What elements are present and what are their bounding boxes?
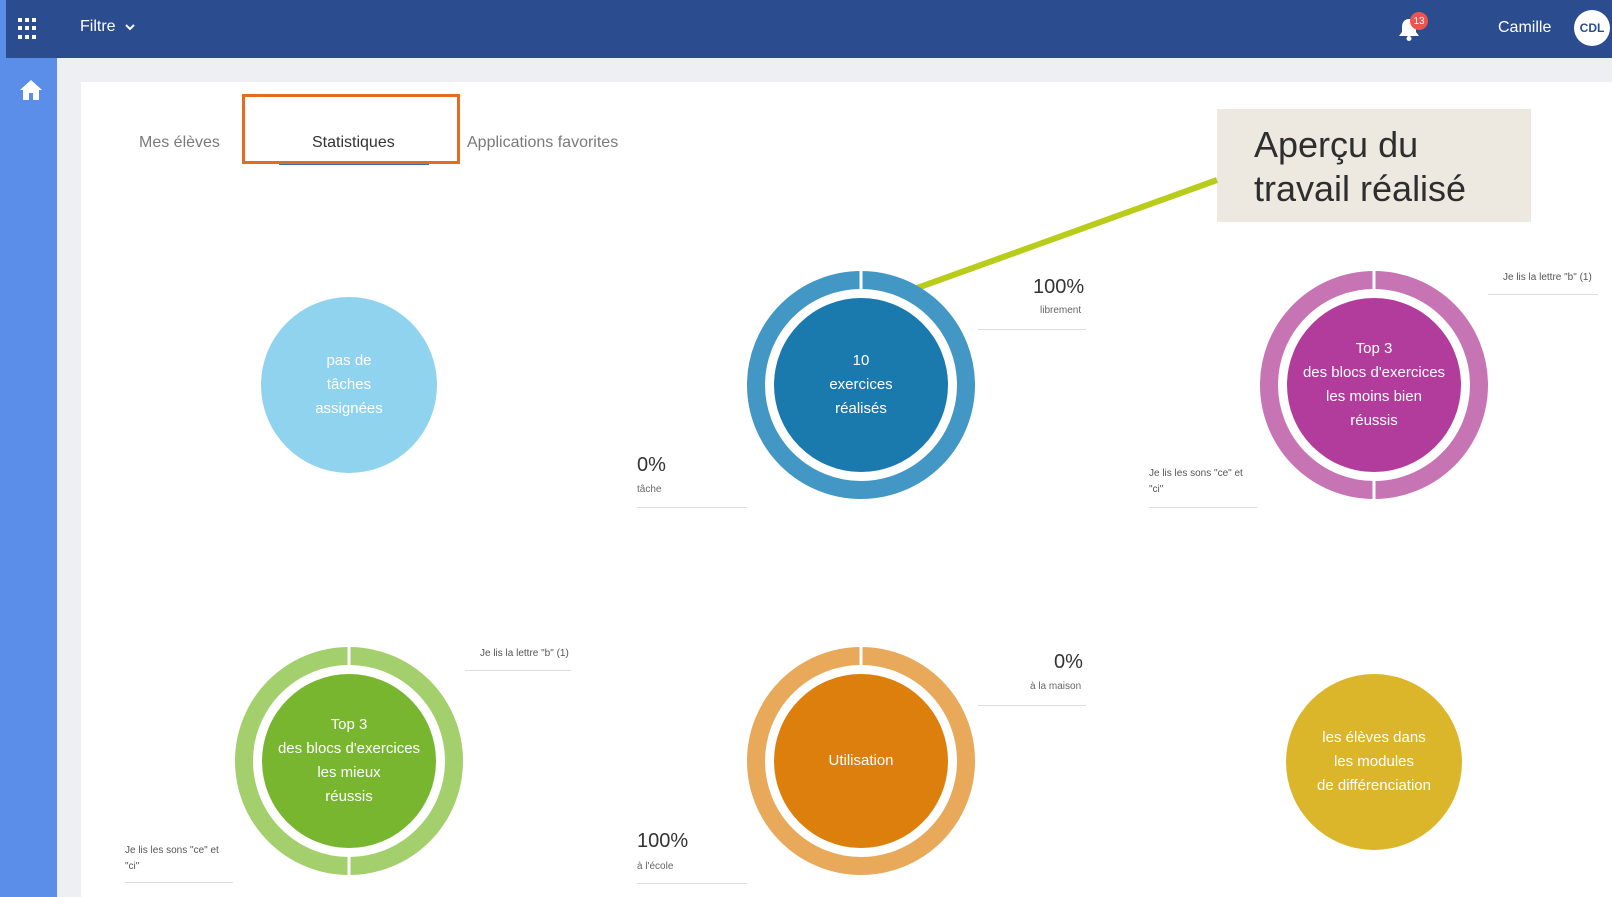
- pct-task: 0%: [637, 454, 666, 476]
- least-line-3: les moins bien: [1326, 388, 1422, 405]
- pct-school-label: à l'école: [637, 861, 674, 872]
- pct-school: 100%: [637, 830, 689, 852]
- notification-badge: 13: [1410, 12, 1428, 30]
- least-line-4: réussis: [1350, 412, 1398, 429]
- legend-divider: [1149, 507, 1257, 508]
- legend-divider: [1488, 294, 1598, 295]
- callout-line-2: travail réalisé: [1254, 168, 1467, 209]
- least-item-a: Je lis la lettre "b" (1): [1503, 272, 1592, 283]
- no-tasks-line-1: pas de: [326, 352, 372, 369]
- exercises-line-2: exercices: [829, 376, 893, 393]
- apps-grid-icon[interactable]: [18, 18, 40, 40]
- avatar[interactable]: CDL: [1574, 10, 1610, 46]
- no-tasks-circle[interactable]: pas de tâches assignées: [261, 297, 437, 473]
- most-item-b: Je lis les sons "ce" et "ci": [125, 843, 219, 875]
- sidebar: [6, 58, 57, 897]
- least-line-1: Top 3: [1355, 340, 1393, 357]
- pct-home: 0%: [1054, 651, 1083, 673]
- no-tasks-line-3: assignées: [315, 400, 383, 417]
- least-line-2: des blocs d'exercices: [1302, 364, 1446, 381]
- most-line-3: les mieux: [317, 764, 381, 781]
- pct-task-label: tâche: [637, 484, 662, 495]
- differentiation-circle[interactable]: les élèves dans les modules de différenc…: [1286, 674, 1462, 850]
- least-item-b: Je lis les sons "ce" et "ci": [1149, 466, 1243, 498]
- legend-divider: [978, 329, 1086, 330]
- exercises-line-3: réalisés: [835, 400, 887, 417]
- exercises-circle[interactable]: 10 exercices réalisés: [774, 298, 948, 472]
- pct-free-label: librement: [1040, 305, 1082, 316]
- legend-divider: [978, 705, 1086, 706]
- callout-line-1: Aperçu du: [1254, 124, 1419, 165]
- tab-mes-eleves[interactable]: Mes élèves: [139, 134, 220, 152]
- pct-free: 100%: [1033, 276, 1085, 298]
- usage-label: Utilisation: [828, 752, 894, 769]
- filter-dropdown[interactable]: Filtre: [80, 18, 136, 36]
- legend-divider: [465, 670, 571, 671]
- legend-divider: [125, 882, 233, 883]
- least-item-b-line-1: Je lis les sons "ce" et: [1149, 468, 1243, 479]
- least-successful-circle[interactable]: Top 3 des blocs d'exercices les moins bi…: [1287, 298, 1461, 472]
- most-item-b-line-2: "ci": [125, 861, 140, 872]
- tab-statistiques[interactable]: Statistiques: [312, 134, 395, 152]
- most-line-1: Top 3: [330, 716, 368, 733]
- most-item-b-line-1: Je lis les sons "ce" et: [125, 845, 219, 856]
- diff-line-1: les élèves dans: [1322, 729, 1426, 746]
- tab-applications-favorites[interactable]: Applications favorites: [467, 134, 618, 152]
- legend-divider: [637, 883, 747, 884]
- exercises-count: 10: [852, 352, 870, 369]
- most-successful-circle[interactable]: Top 3 des blocs d'exercices les mieux ré…: [262, 674, 436, 848]
- legend-divider: [637, 507, 747, 508]
- no-tasks-line-2: tâches: [326, 376, 372, 393]
- most-item-a: Je lis la lettre "b" (1): [480, 648, 569, 659]
- user-name[interactable]: Camille: [1498, 19, 1551, 37]
- chevron-down-icon: [124, 24, 135, 31]
- home-icon[interactable]: [18, 78, 44, 102]
- active-tab-indicator: [279, 162, 429, 165]
- diff-line-2: les modules: [1333, 753, 1415, 770]
- diff-line-3: de différenciation: [1317, 777, 1431, 794]
- least-item-b-line-2: "ci": [1149, 484, 1164, 495]
- top-bar: Filtre 13 Camille CDL: [6, 0, 1612, 58]
- pct-home-label: à la maison: [1030, 681, 1082, 692]
- most-line-4: réussis: [325, 788, 373, 805]
- filter-label: Filtre: [80, 18, 116, 35]
- usage-circle[interactable]: Utilisation: [774, 674, 948, 848]
- callout-box: Aperçu du travail réalisé: [1217, 109, 1531, 222]
- most-line-2: des blocs d'exercices: [277, 740, 421, 757]
